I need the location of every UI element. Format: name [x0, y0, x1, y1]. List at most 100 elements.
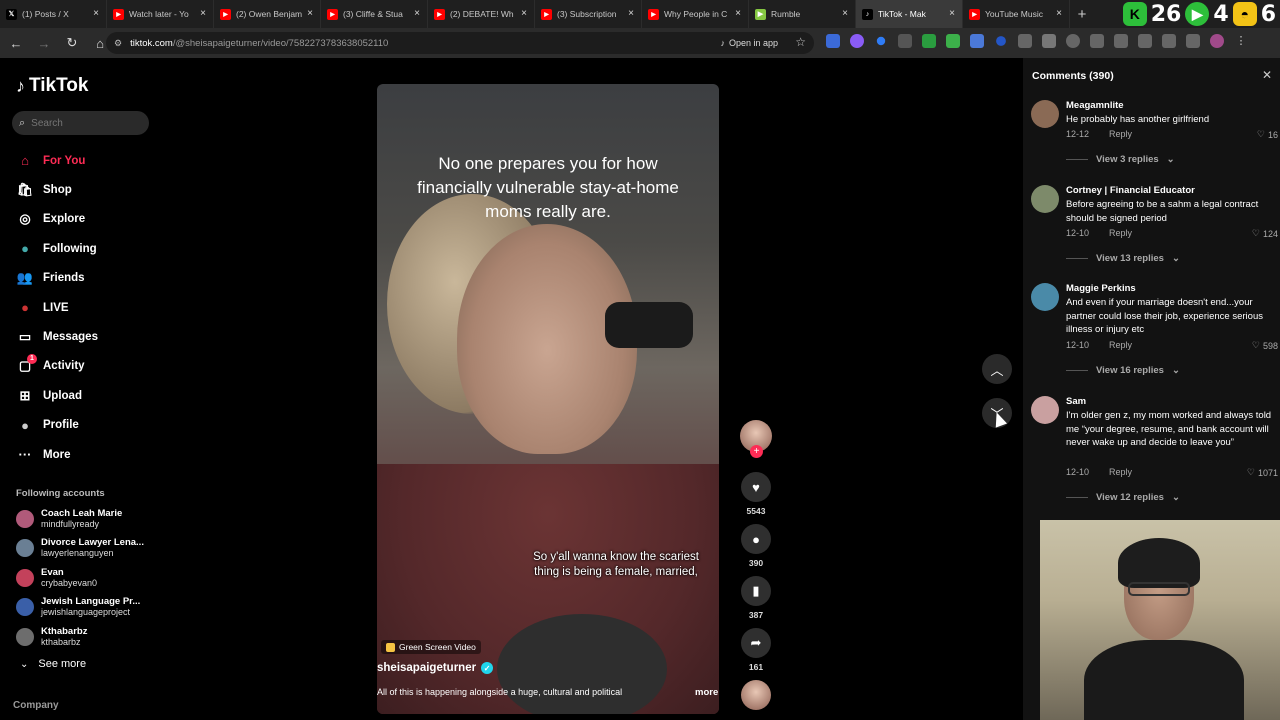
music-disc-action[interactable] [739, 680, 773, 710]
nav-item-friends[interactable]: 👥 Friends [16, 264, 98, 293]
reading-list-icon[interactable] [1138, 34, 1152, 48]
green-screen-tag[interactable]: Green Screen Video [381, 640, 481, 654]
see-more-button[interactable]: ⌄ See more [20, 658, 86, 670]
share-arrow-icon[interactable]: ➦ [741, 628, 771, 658]
back-arrow-icon[interactable]: ← [4, 31, 28, 55]
avatar[interactable] [1031, 185, 1059, 213]
browser-tab[interactable]: ▶ Why People in C × [642, 0, 749, 28]
chevron-up-icon[interactable]: ︿ [982, 354, 1012, 384]
browser-tab[interactable]: ♪ TikTok - Mak × [856, 0, 963, 28]
extension-sync-icon[interactable] [1090, 34, 1104, 48]
following-account[interactable]: Kthabarbz kthabarbz [16, 626, 87, 648]
creator-avatar-action[interactable]: + [739, 420, 773, 458]
tab-close-icon[interactable]: × [949, 8, 955, 19]
site-info-icon[interactable]: ⚙ [114, 38, 122, 49]
reply-button[interactable]: Reply [1109, 228, 1132, 238]
history-icon[interactable] [1066, 34, 1080, 48]
comment-author[interactable]: Meagamnlite [1066, 100, 1124, 111]
reply-button[interactable]: Reply [1109, 467, 1132, 477]
tab-close-icon[interactable]: × [735, 8, 741, 19]
forward-arrow-icon[interactable]: → [32, 31, 56, 55]
browser-tab[interactable]: ▶ (3) Cliffe & Stua × [321, 0, 428, 28]
avatar[interactable] [1031, 396, 1059, 424]
search-input[interactable] [31, 117, 132, 129]
tab-close-icon[interactable]: × [628, 8, 634, 19]
share-action[interactable]: ➦ 161 [739, 628, 773, 672]
extension-blue-dot-icon[interactable] [876, 36, 886, 46]
extension-glasses-icon[interactable] [898, 34, 912, 48]
nav-item-explore[interactable]: ◎ Explore [16, 205, 98, 234]
comment-like[interactable]: ♡ 1071 [1247, 467, 1278, 478]
company-link[interactable]: Company [13, 700, 59, 711]
avatar[interactable] [1031, 283, 1059, 311]
nav-item-activity[interactable]: ▢ Activity 1 [16, 352, 98, 381]
browser-tab[interactable]: 𝕏 (1) Posts / X × [0, 0, 107, 28]
nav-item-more[interactable]: ··· More [16, 440, 98, 469]
comment-like[interactable]: ♡ 598 [1252, 340, 1278, 351]
creator-avatar[interactable]: + [740, 420, 772, 458]
close-icon[interactable]: ✕ [1262, 68, 1272, 82]
comment-author[interactable]: Maggie Perkins [1066, 283, 1136, 294]
search-box[interactable]: ⌕ [12, 111, 149, 135]
like-action[interactable]: ♥ 5543 [739, 472, 773, 516]
profile-avatar-icon[interactable] [1210, 34, 1224, 48]
browser-tab[interactable]: ▶ (2) DEBATE! Wh × [428, 0, 535, 28]
tab-close-icon[interactable]: × [307, 8, 313, 19]
browser-tab[interactable]: ▶ (2) Owen Benjam × [214, 0, 321, 28]
browser-tab[interactable]: ▶ Watch later - Yo × [107, 0, 214, 28]
view-replies-button[interactable]: View 16 replies ⌄ [1066, 365, 1180, 376]
tab-close-icon[interactable]: × [93, 8, 99, 19]
music-disc-avatar[interactable] [741, 680, 771, 710]
tab-close-icon[interactable]: × [414, 8, 420, 19]
save-action[interactable]: ▮ 387 [739, 576, 773, 620]
comment-action[interactable]: ● 390 [739, 524, 773, 568]
extension-badge-icon[interactable] [922, 34, 936, 48]
tab-close-icon[interactable]: × [842, 8, 848, 19]
comment-author[interactable]: Cortney | Financial Educator [1066, 185, 1195, 196]
view-replies-button[interactable]: View 12 replies ⌄ [1066, 492, 1180, 503]
view-replies-button[interactable]: View 3 replies ⌄ [1066, 154, 1175, 165]
side-panel-icon[interactable] [1162, 34, 1176, 48]
nav-item-shop[interactable]: 🛍 Shop [16, 175, 98, 204]
extensions-puzzle-icon[interactable] [1042, 34, 1056, 48]
url-field[interactable]: ⚙ tiktok.com /@sheisapaigeturner/video/7… [106, 32, 814, 54]
extension-shield-icon[interactable] [826, 34, 840, 48]
follow-plus-icon[interactable]: + [750, 445, 763, 458]
browser-tab[interactable]: ▶ YouTube Music × [963, 0, 1070, 28]
extension-audio-icon[interactable] [996, 36, 1006, 46]
nav-item-profile[interactable]: ● Profile [16, 411, 98, 440]
nav-item-live[interactable]: ● LIVE [16, 293, 98, 322]
menu-dots-icon[interactable]: ⋮ [1234, 34, 1248, 48]
nav-item-following[interactable]: ● Following [16, 234, 98, 263]
extension-green-icon[interactable] [946, 34, 960, 48]
nav-item-upload[interactable]: ⊞ Upload [16, 381, 98, 410]
browser-tab[interactable]: ▶ (3) Subscription × [535, 0, 642, 28]
extension-tool-icon[interactable] [1018, 34, 1032, 48]
tiktok-logo[interactable]: ♪ TikTok [16, 75, 88, 97]
tab-close-icon[interactable]: × [200, 8, 206, 19]
new-tab-button[interactable]: + [1070, 0, 1094, 28]
reload-icon[interactable]: ↻ [60, 31, 84, 55]
bookmark-icon[interactable]: ▮ [741, 576, 771, 606]
heart-icon[interactable]: ♥ [741, 472, 771, 502]
comment-like[interactable]: ♡ 124 [1252, 228, 1278, 239]
comment-bubble-icon[interactable]: ● [741, 524, 771, 554]
following-account[interactable]: Evan crybabyevan0 [16, 567, 97, 589]
view-replies-button[interactable]: View 13 replies ⌄ [1066, 253, 1180, 264]
following-account[interactable]: Coach Leah Marie mindfullyready [16, 508, 122, 530]
avatar[interactable] [1031, 100, 1059, 128]
following-account[interactable]: Divorce Lawyer Lena... lawyerlenanguyen [16, 537, 144, 559]
cast-icon[interactable] [1186, 34, 1200, 48]
comment-author[interactable]: Sam [1066, 396, 1086, 407]
code-icon[interactable] [1114, 34, 1128, 48]
following-account[interactable]: Jewish Language Pr... jewishlanguageproje… [16, 596, 140, 618]
tab-close-icon[interactable]: × [1056, 8, 1062, 19]
nav-item-for-you[interactable]: ⌂ For You [16, 146, 98, 175]
extension-screens-icon[interactable] [970, 34, 984, 48]
reply-button[interactable]: Reply [1109, 129, 1132, 139]
tab-close-icon[interactable]: × [521, 8, 527, 19]
nav-item-messages[interactable]: ▭ Messages [16, 322, 98, 351]
bookmark-star-icon[interactable]: ☆ [795, 35, 806, 49]
description-more-button[interactable]: more [695, 687, 718, 698]
comment-like[interactable]: ♡ 16 [1257, 129, 1278, 140]
